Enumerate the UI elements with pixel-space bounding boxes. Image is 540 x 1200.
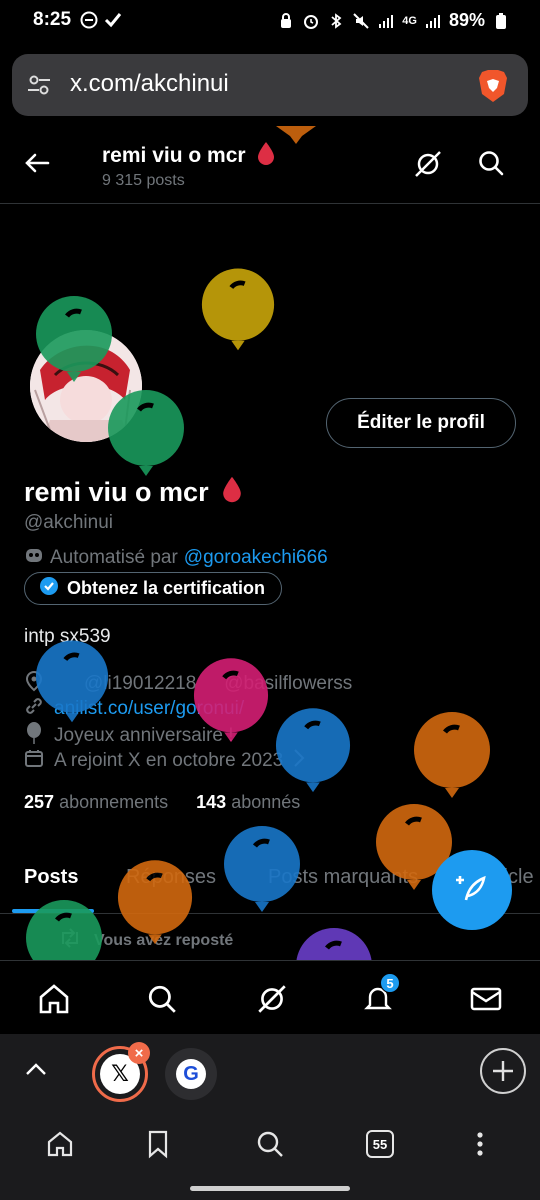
notifications-bell-icon[interactable]: 5 <box>358 973 400 1019</box>
vpn-icon <box>104 11 122 29</box>
blood-drop-icon <box>221 474 243 511</box>
balloon-pink <box>192 658 270 761</box>
bluetooth-icon <box>327 12 345 30</box>
calendar-icon <box>24 748 44 774</box>
explore-search-icon[interactable] <box>142 979 182 1019</box>
battery-percent: 89% <box>448 10 485 30</box>
g-logo-icon: G <box>176 1059 206 1089</box>
back-arrow-icon[interactable] <box>22 148 52 183</box>
balloon-blue <box>274 708 352 811</box>
get-verified-label: Obtenez la certification <box>67 578 266 598</box>
balloon-orange <box>412 712 492 817</box>
brave-shields-icon[interactable] <box>476 68 510 109</box>
balloon-orange <box>272 126 320 151</box>
followers-count: 143 <box>196 792 227 812</box>
mute-icon <box>352 12 370 30</box>
grok-nav-icon[interactable] <box>252 979 292 1019</box>
tab-g[interactable]: G <box>165 1048 217 1100</box>
notifications-badge: 5 <box>380 973 400 993</box>
bot-icon <box>24 545 44 571</box>
site-settings-icon[interactable] <box>26 72 52 103</box>
following-count: 257 <box>24 792 55 812</box>
edit-profile-button[interactable]: Éditer le profil <box>326 398 516 448</box>
x-bottom-nav: 5 <box>0 960 540 1034</box>
status-left-icons <box>80 11 122 29</box>
status-bar: 8:25 4G 89% <box>0 0 540 42</box>
compose-post-button[interactable] <box>432 850 512 930</box>
balloon-green <box>34 296 114 401</box>
new-tab-plus-icon[interactable] <box>480 1048 526 1094</box>
automated-prefix: Automatisé par <box>50 547 178 568</box>
post-count: 9 315 posts <box>102 172 185 189</box>
follow-stats: 257 abonnements 143 abonnés <box>24 792 300 813</box>
compose-feather-icon <box>454 870 490 911</box>
search-icon[interactable] <box>476 148 506 183</box>
lock-icon <box>277 12 295 30</box>
network-type: 4G <box>402 14 417 27</box>
alarm-icon <box>302 12 320 30</box>
close-tab-icon[interactable]: × <box>128 1042 150 1064</box>
dnd-icon <box>80 11 98 29</box>
more-menu-icon[interactable] <box>460 1124 500 1164</box>
bookmark-icon[interactable] <box>138 1124 178 1164</box>
home-icon[interactable] <box>34 979 74 1019</box>
balloon-orange <box>116 860 194 963</box>
status-right: 4G 89% <box>277 10 510 31</box>
following-link[interactable]: 257 abonnements <box>24 792 168 813</box>
automated-by-link[interactable]: @goroakechi666 <box>184 547 328 569</box>
messages-mail-icon[interactable] <box>466 979 506 1019</box>
balloon-blue <box>222 826 302 931</box>
header-title-text: remi viu o mcr <box>102 144 246 167</box>
tab-posts[interactable]: Posts <box>24 866 78 889</box>
get-verified-button[interactable]: Obtenez la certification <box>24 572 283 605</box>
tab-switcher-button[interactable]: 55 <box>360 1124 400 1164</box>
balloon-green <box>106 390 186 495</box>
following-label: abonnements <box>59 792 169 812</box>
browser-search-icon[interactable] <box>250 1124 290 1164</box>
balloon-yellow <box>200 268 276 369</box>
gesture-bar[interactable] <box>190 1186 350 1191</box>
status-time: 8:25 <box>33 9 72 30</box>
signal-icon-2 <box>424 12 442 30</box>
chevron-up-icon[interactable] <box>22 1056 50 1089</box>
browser-home-icon[interactable] <box>40 1124 80 1164</box>
tabs-count: 55 <box>366 1130 394 1158</box>
browser-tab-strip: 𝕏 × G <box>0 1034 540 1106</box>
balloon-blue <box>34 640 110 741</box>
signal-icon <box>377 12 395 30</box>
header-title: remi viu o mcr <box>102 140 276 172</box>
handle: @akchinui <box>24 512 113 533</box>
battery-icon <box>492 12 510 30</box>
address-bar[interactable]: x.com/akchinui <box>12 54 528 116</box>
url-text[interactable]: x.com/akchinui <box>70 70 229 98</box>
verified-badge-icon <box>39 576 59 601</box>
grok-icon[interactable] <box>412 148 444 185</box>
automated-label: Automatisé par @goroakechi666 <box>24 545 328 571</box>
profile-header: remi viu o mcr 9 315 posts <box>0 126 540 204</box>
